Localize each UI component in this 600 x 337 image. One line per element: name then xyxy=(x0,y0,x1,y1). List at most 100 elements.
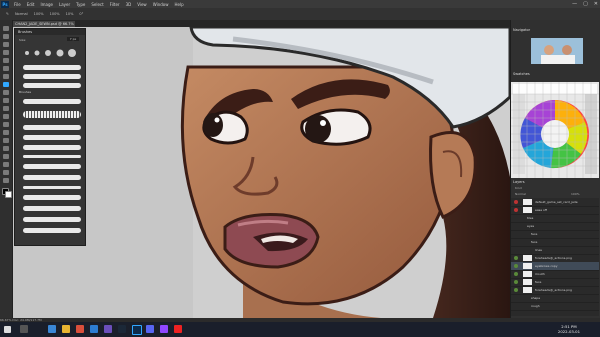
brush-stroke-preview[interactable] xyxy=(23,83,81,88)
brush-stroke-preview[interactable] xyxy=(23,164,81,169)
shape-tool-icon[interactable] xyxy=(3,162,9,167)
brush-stroke-preview[interactable] xyxy=(23,175,81,180)
brush-stroke-preview[interactable] xyxy=(23,228,81,233)
mail-icon[interactable] xyxy=(90,325,98,333)
maximize-button[interactable]: ▢ xyxy=(583,1,588,7)
pen-tool-icon[interactable] xyxy=(3,138,9,143)
brush-group-name[interactable]: Brushes xyxy=(19,90,31,94)
brushes-panel: Brushes Size: 7 px Brushes xyxy=(14,28,86,246)
lasso-tool-icon[interactable] xyxy=(3,42,9,47)
chrome-icon[interactable] xyxy=(76,325,84,333)
swatches-grid[interactable] xyxy=(511,82,599,178)
layer-name: eyebrows copy xyxy=(535,264,558,268)
dodge-tool-icon[interactable] xyxy=(3,130,9,135)
visibility-icon[interactable] xyxy=(514,208,518,212)
zoom-tool-icon[interactable] xyxy=(3,178,9,183)
layer-row[interactable]: rough xyxy=(511,302,599,311)
menu-window[interactable]: Window xyxy=(150,2,172,7)
brush-stroke-preview[interactable] xyxy=(23,155,81,158)
twitch-icon[interactable] xyxy=(160,325,168,333)
system-clock[interactable]: 2:51 PM 2022-03-01 xyxy=(558,324,580,334)
crop-tool-icon[interactable] xyxy=(3,58,9,63)
navigator-title[interactable]: Navigator xyxy=(513,28,530,32)
navigator-thumbnail[interactable] xyxy=(531,38,583,64)
app-icon[interactable] xyxy=(104,325,112,333)
taskbar: 2:51 PM 2022-03-01 xyxy=(0,322,600,337)
menu-view[interactable]: View xyxy=(134,2,150,7)
opacity-field[interactable]: 100% xyxy=(34,12,44,16)
brush-stroke-preview[interactable] xyxy=(23,186,81,189)
angle-field[interactable]: 0° xyxy=(79,12,83,16)
swatches-title[interactable]: Swatches xyxy=(513,72,530,76)
visibility-icon[interactable] xyxy=(514,256,518,260)
hand-tool-icon[interactable] xyxy=(3,170,9,175)
brush-tip-presets[interactable] xyxy=(21,45,79,59)
background-color-icon[interactable] xyxy=(5,191,12,198)
menu-layer[interactable]: Layer xyxy=(56,2,73,7)
blur-tool-icon[interactable] xyxy=(3,122,9,127)
eyedropper-tool-icon[interactable] xyxy=(3,66,9,71)
layer-name: face xyxy=(531,232,538,236)
brush-stroke-preview[interactable] xyxy=(23,125,81,130)
eraser-tool-icon[interactable] xyxy=(3,106,9,111)
minimize-button[interactable]: — xyxy=(572,1,577,7)
brush-size-field[interactable]: 7 px xyxy=(67,37,79,41)
menu-file[interactable]: File xyxy=(11,2,24,7)
layer-name: foreheads@_actions.png xyxy=(535,288,572,292)
menu-edit[interactable]: Edit xyxy=(24,2,38,7)
layers-blend-mode[interactable]: Normal xyxy=(515,192,526,196)
menu-image[interactable]: Image xyxy=(37,2,56,7)
brush-tool-icon[interactable] xyxy=(3,82,9,87)
brush-stroke-preview[interactable] xyxy=(23,206,81,211)
marquee-tool-icon[interactable] xyxy=(3,34,9,39)
brush-stroke-preview[interactable] xyxy=(23,217,81,222)
visibility-icon[interactable] xyxy=(514,280,518,284)
canvas[interactable] xyxy=(13,27,510,318)
flow-field[interactable]: 100% xyxy=(50,12,60,16)
menu-select[interactable]: Select xyxy=(88,2,106,7)
file-explorer-icon[interactable] xyxy=(62,325,70,333)
stamp-tool-icon[interactable] xyxy=(3,90,9,95)
layers-title[interactable]: Layers xyxy=(513,180,525,184)
brush-stroke-preview[interactable] xyxy=(23,145,81,150)
layer-thumbnail xyxy=(523,287,532,293)
search-icon[interactable] xyxy=(20,325,28,333)
steam-icon[interactable] xyxy=(118,325,126,333)
visibility-icon[interactable] xyxy=(514,272,518,276)
visibility-icon[interactable] xyxy=(514,264,518,268)
type-tool-icon[interactable] xyxy=(3,146,9,151)
brush-stroke-preview[interactable] xyxy=(23,99,81,104)
healing-tool-icon[interactable] xyxy=(3,74,9,79)
close-button[interactable]: ✕ xyxy=(594,1,598,7)
visibility-icon[interactable] xyxy=(514,200,518,204)
brush-stroke-preview[interactable] xyxy=(23,135,81,140)
visibility-icon[interactable] xyxy=(514,288,518,292)
menu-filter[interactable]: Filter xyxy=(107,2,123,7)
edge-browser-icon[interactable] xyxy=(48,325,56,333)
smoothing-field[interactable]: 10% xyxy=(66,12,74,16)
move-tool-icon[interactable] xyxy=(3,26,9,31)
history-brush-tool-icon[interactable] xyxy=(3,98,9,103)
layer-list: default_game_set_card_jade ease off tile… xyxy=(511,198,599,316)
brush-stroke-preview[interactable] xyxy=(23,65,81,70)
menu-type[interactable]: Type xyxy=(73,2,88,7)
obs-icon[interactable] xyxy=(174,325,182,333)
brush-tool-icon[interactable]: ✎ xyxy=(6,12,9,16)
brush-stroke-preview[interactable] xyxy=(23,74,81,79)
windows-start-icon[interactable] xyxy=(4,326,11,333)
brush-stroke-preview[interactable] xyxy=(23,195,81,200)
path-select-tool-icon[interactable] xyxy=(3,154,9,159)
left-pupil xyxy=(203,113,223,137)
photoshop-logo-icon: Ps xyxy=(1,0,9,8)
discord-icon[interactable] xyxy=(146,325,154,333)
photoshop-taskbar-icon[interactable] xyxy=(132,325,142,335)
menu-3d[interactable]: 3D xyxy=(123,2,135,7)
mode-select[interactable]: Normal xyxy=(15,12,28,16)
brush-stroke-preview[interactable] xyxy=(23,111,81,118)
layers-opacity[interactable]: 100% xyxy=(571,192,580,196)
layers-kind-filter[interactable]: Kind xyxy=(515,186,522,190)
gradient-tool-icon[interactable] xyxy=(3,114,9,119)
layer-name: face xyxy=(535,280,542,284)
menu-help[interactable]: Help xyxy=(171,2,186,7)
quick-select-tool-icon[interactable] xyxy=(3,50,9,55)
